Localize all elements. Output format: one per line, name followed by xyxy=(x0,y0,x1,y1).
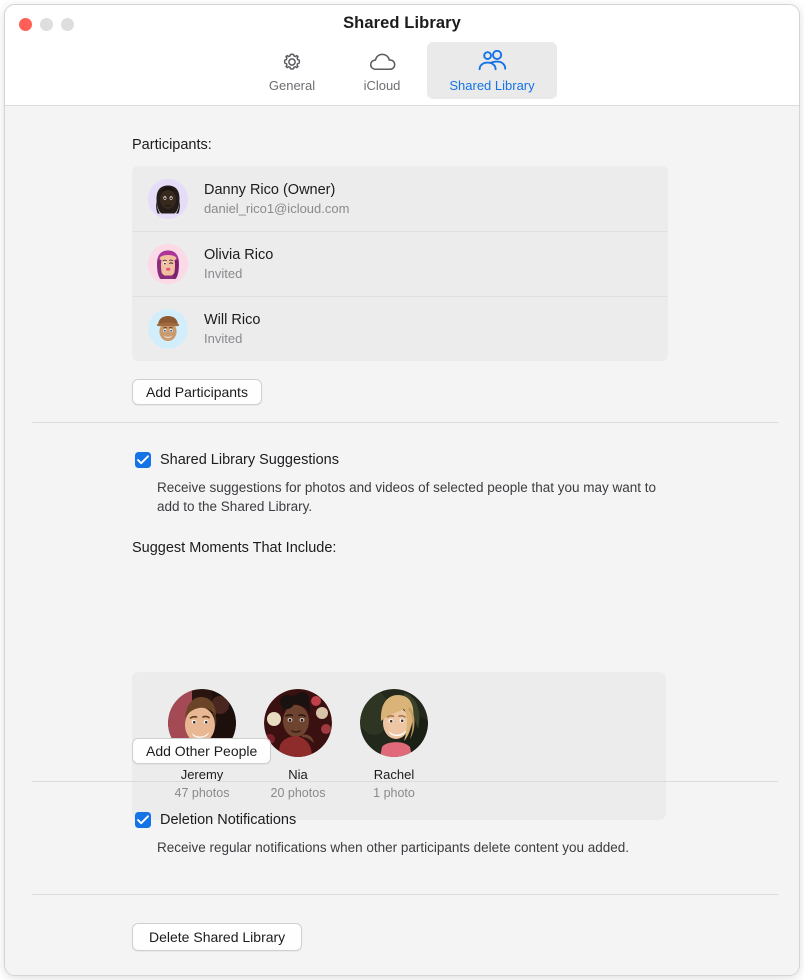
avatar xyxy=(148,309,188,349)
participant-status: daniel_rico1@icloud.com xyxy=(204,200,350,216)
preferences-window: Shared Library General iCloud Shared Lib… xyxy=(4,4,800,976)
section-divider-2 xyxy=(32,781,778,782)
table-row[interactable]: Will Rico Invited xyxy=(132,296,668,361)
tab-icloud-label: iCloud xyxy=(363,78,401,93)
shared-library-suggestions-label: Shared Library Suggestions xyxy=(160,452,339,468)
participant-info: Olivia Rico Invited xyxy=(204,246,273,282)
gear-icon xyxy=(280,49,304,75)
person-photo-count: 47 photos xyxy=(174,786,230,800)
participant-name: Danny Rico (Owner) xyxy=(204,181,336,198)
section-divider-1 xyxy=(32,422,778,423)
people-icon xyxy=(477,49,507,75)
participants-list: Danny Rico (Owner) daniel_rico1@icloud.c… xyxy=(132,166,668,361)
person-photo xyxy=(264,689,332,757)
deletion-notifications-checkbox[interactable] xyxy=(135,812,151,828)
shared-library-suggestions-checkbox[interactable] xyxy=(135,452,151,468)
tab-general[interactable]: General xyxy=(247,42,337,99)
person-photo-count: 20 photos xyxy=(270,786,326,800)
person-photo xyxy=(360,689,428,757)
avatar xyxy=(148,244,188,284)
participant-info: Will Rico Invited xyxy=(204,311,260,347)
window-title: Shared Library xyxy=(343,14,461,32)
participants-heading: Participants: xyxy=(132,137,212,153)
person-photo-count: 1 photo xyxy=(373,786,415,800)
shared-library-suggestions-row[interactable]: Shared Library Suggestions xyxy=(135,451,339,469)
participant-info: Danny Rico (Owner) daniel_rico1@icloud.c… xyxy=(204,181,349,217)
add-other-people-button[interactable]: Add Other People xyxy=(132,738,272,764)
tab-shared-library-label: Shared Library xyxy=(449,78,535,93)
list-item[interactable]: Rachel 1 photo xyxy=(346,689,442,801)
add-participants-button[interactable]: Add Participants xyxy=(132,379,262,405)
deletion-notifications-label: Deletion Notifications xyxy=(160,812,297,828)
participant-status: Invited xyxy=(204,266,243,281)
participant-name: Olivia Rico xyxy=(204,247,274,263)
deletion-notifications-row[interactable]: Deletion Notifications xyxy=(135,811,296,829)
delete-shared-library-button[interactable]: Delete Shared Library xyxy=(132,923,303,951)
suggest-moments-heading: Suggest Moments That Include: xyxy=(132,540,337,556)
tab-general-label: General xyxy=(268,78,316,93)
participant-name: Will Rico xyxy=(204,312,261,328)
shared-library-suggestions-description: Receive suggestions for photos and video… xyxy=(157,480,657,514)
table-row[interactable]: Olivia Rico Invited xyxy=(132,231,668,296)
preferences-content: Participants: Danny Rico (Owner) daniel_… xyxy=(5,106,799,975)
deletion-notifications-description: Receive regular notifications when other… xyxy=(157,840,630,855)
tab-icloud[interactable]: iCloud xyxy=(337,42,427,99)
section-divider-3 xyxy=(32,894,778,895)
toolbar-tabs: General iCloud Shared Library xyxy=(5,42,799,99)
table-row[interactable]: Danny Rico (Owner) daniel_rico1@icloud.c… xyxy=(132,166,668,231)
tab-shared-library[interactable]: Shared Library xyxy=(427,42,557,99)
avatar xyxy=(148,178,188,219)
cloud-icon xyxy=(367,49,397,75)
titlebar: Shared Library General iCloud Shared Lib… xyxy=(5,5,799,106)
participant-status: Invited xyxy=(204,331,243,346)
